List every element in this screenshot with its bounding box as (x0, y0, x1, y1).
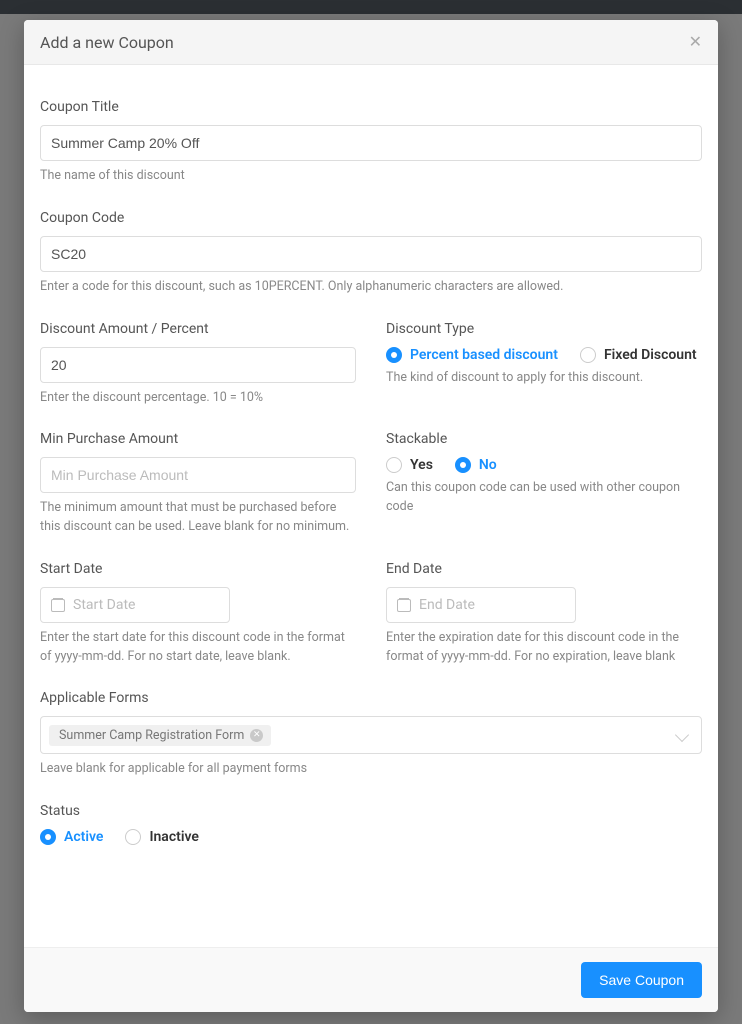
discount-amount-label: Discount Amount / Percent (40, 321, 356, 337)
discount-amount-help: Enter the discount percentage. 10 = 10% (40, 389, 356, 408)
start-date-help: Enter the start date for this discount c… (40, 629, 356, 667)
radio-dot-icon (40, 829, 56, 845)
status-field: Status Active Inactive (40, 803, 702, 845)
coupon-title-help: The name of this discount (40, 167, 702, 186)
applicable-forms-tag: Summer Camp Registration Form ✕ (49, 725, 271, 746)
discount-type-field: Discount Type Percent based discount Fix… (386, 321, 702, 408)
end-date-placeholder: End Date (419, 597, 475, 613)
calendar-icon (397, 598, 411, 612)
status-active-radio[interactable]: Active (40, 829, 103, 845)
start-date-label: Start Date (40, 561, 356, 577)
radio-dot-icon (125, 829, 141, 845)
coupon-title-input[interactable] (40, 125, 702, 161)
discount-type-label: Discount Type (386, 321, 702, 337)
start-date-field: Start Date Start Date Enter the start da… (40, 561, 356, 667)
end-date-help: Enter the expiration date for this disco… (386, 629, 702, 667)
coupon-title-label: Coupon Title (40, 99, 702, 115)
coupon-title-field: Coupon Title The name of this discount (40, 99, 702, 186)
coupon-code-help: Enter a code for this discount, such as … (40, 278, 702, 297)
radio-dot-icon (455, 457, 471, 473)
start-date-input[interactable]: Start Date (40, 587, 230, 623)
radio-dot-icon (386, 347, 402, 363)
discount-type-percent-label: Percent based discount (410, 347, 558, 363)
coupon-code-field: Coupon Code Enter a code for this discou… (40, 210, 702, 297)
discount-type-fixed-label: Fixed Discount (604, 347, 697, 363)
stackable-label: Stackable (386, 431, 702, 447)
applicable-forms-field: Applicable Forms Summer Camp Registratio… (40, 690, 702, 779)
stackable-yes-radio[interactable]: Yes (386, 457, 433, 473)
stackable-field: Stackable Yes No Can this coupon code ca… (386, 431, 702, 537)
discount-type-fixed-radio[interactable]: Fixed Discount (580, 347, 697, 363)
min-purchase-help: The minimum amount that must be purchase… (40, 499, 356, 537)
coupon-code-label: Coupon Code (40, 210, 702, 226)
calendar-icon (51, 598, 65, 612)
stackable-yes-label: Yes (410, 457, 433, 473)
status-label: Status (40, 803, 702, 819)
stackable-help: Can this coupon code can be used with ot… (386, 479, 702, 517)
applicable-forms-help: Leave blank for applicable for all payme… (40, 760, 702, 779)
applicable-forms-tag-label: Summer Camp Registration Form (59, 728, 244, 743)
modal-title: Add a new Coupon (40, 33, 174, 52)
discount-amount-input[interactable] (40, 347, 356, 383)
modal-body: Coupon Title The name of this discount C… (24, 65, 718, 947)
chevron-down-icon (675, 728, 689, 742)
coupon-code-input[interactable] (40, 236, 702, 272)
radio-dot-icon (386, 457, 402, 473)
status-active-label: Active (64, 829, 103, 845)
start-date-placeholder: Start Date (73, 597, 135, 613)
stackable-no-label: No (479, 457, 497, 473)
modal-header: Add a new Coupon ✕ (24, 20, 718, 65)
close-icon[interactable]: ✕ (689, 32, 702, 52)
discount-amount-field: Discount Amount / Percent Enter the disc… (40, 321, 356, 408)
radio-dot-icon (580, 347, 596, 363)
min-purchase-label: Min Purchase Amount (40, 431, 356, 447)
app-topbar (0, 0, 742, 14)
end-date-label: End Date (386, 561, 702, 577)
tag-remove-icon[interactable]: ✕ (250, 729, 263, 742)
discount-type-percent-radio[interactable]: Percent based discount (386, 347, 558, 363)
end-date-field: End Date End Date Enter the expiration d… (386, 561, 702, 667)
applicable-forms-select[interactable]: Summer Camp Registration Form ✕ (40, 716, 702, 754)
end-date-input[interactable]: End Date (386, 587, 576, 623)
applicable-forms-label: Applicable Forms (40, 690, 702, 706)
status-inactive-label: Inactive (149, 829, 198, 845)
modal-footer: Save Coupon (24, 947, 718, 1012)
discount-type-help: The kind of discount to apply for this d… (386, 369, 702, 388)
coupon-modal: Add a new Coupon ✕ Coupon Title The name… (24, 20, 718, 1012)
min-purchase-input[interactable] (40, 457, 356, 493)
status-inactive-radio[interactable]: Inactive (125, 829, 198, 845)
stackable-no-radio[interactable]: No (455, 457, 497, 473)
min-purchase-field: Min Purchase Amount The minimum amount t… (40, 431, 356, 537)
save-coupon-button[interactable]: Save Coupon (581, 962, 702, 998)
